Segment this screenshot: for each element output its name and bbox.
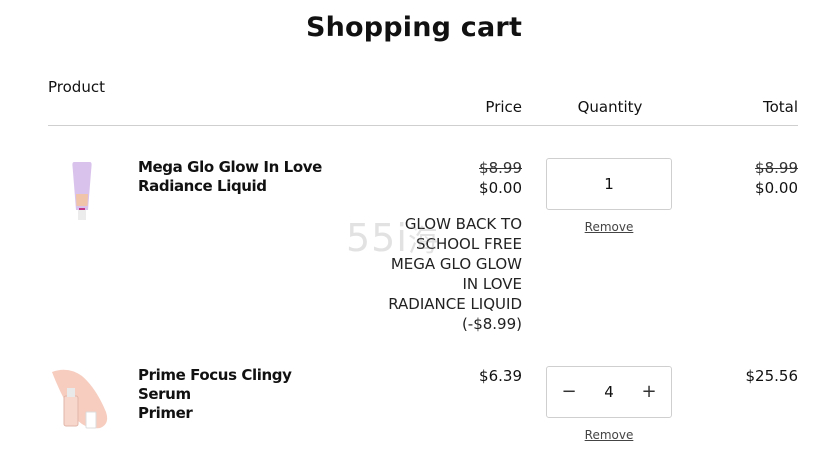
column-header-product: Product <box>48 78 105 96</box>
remove-link[interactable]: Remove <box>546 428 672 442</box>
column-header-price: Price <box>485 98 522 116</box>
original-total: $8.99 <box>755 159 798 177</box>
line-total: $25.56 <box>700 366 799 386</box>
product-name[interactable]: Mega Glo Glow In Love Radiance Liquid <box>138 158 348 196</box>
page-title: Shopping cart <box>305 12 523 43</box>
plus-icon[interactable]: + <box>641 383 657 401</box>
column-header-total: Total <box>762 98 798 116</box>
remove-link[interactable]: Remove <box>546 220 672 234</box>
product-image-prime-focus[interactable] <box>48 368 114 430</box>
product-image-mega-glo[interactable] <box>66 160 98 224</box>
column-header-quantity: Quantity <box>577 98 643 116</box>
total-value: $0.00 <box>755 179 798 197</box>
quantity-stepper[interactable]: − 4 + <box>546 366 672 418</box>
product-price: $6.39 <box>380 366 522 386</box>
sale-price: $0.00 <box>479 179 522 197</box>
total-value: $25.56 <box>745 367 799 385</box>
line-total: $8.99 $0.00 <box>700 158 798 198</box>
quantity-field[interactable]: 1 <box>546 158 672 210</box>
minus-icon[interactable]: − <box>561 383 577 401</box>
watermark-logo: 55i海 <box>346 216 439 260</box>
quantity-value[interactable]: 4 <box>604 383 614 401</box>
product-name[interactable]: Prime Focus Clingy Serum Primer <box>138 366 348 423</box>
original-price: $8.99 <box>479 159 522 177</box>
header-divider <box>48 125 798 126</box>
quantity-value: 1 <box>604 175 614 193</box>
unit-price: $6.39 <box>479 367 522 385</box>
